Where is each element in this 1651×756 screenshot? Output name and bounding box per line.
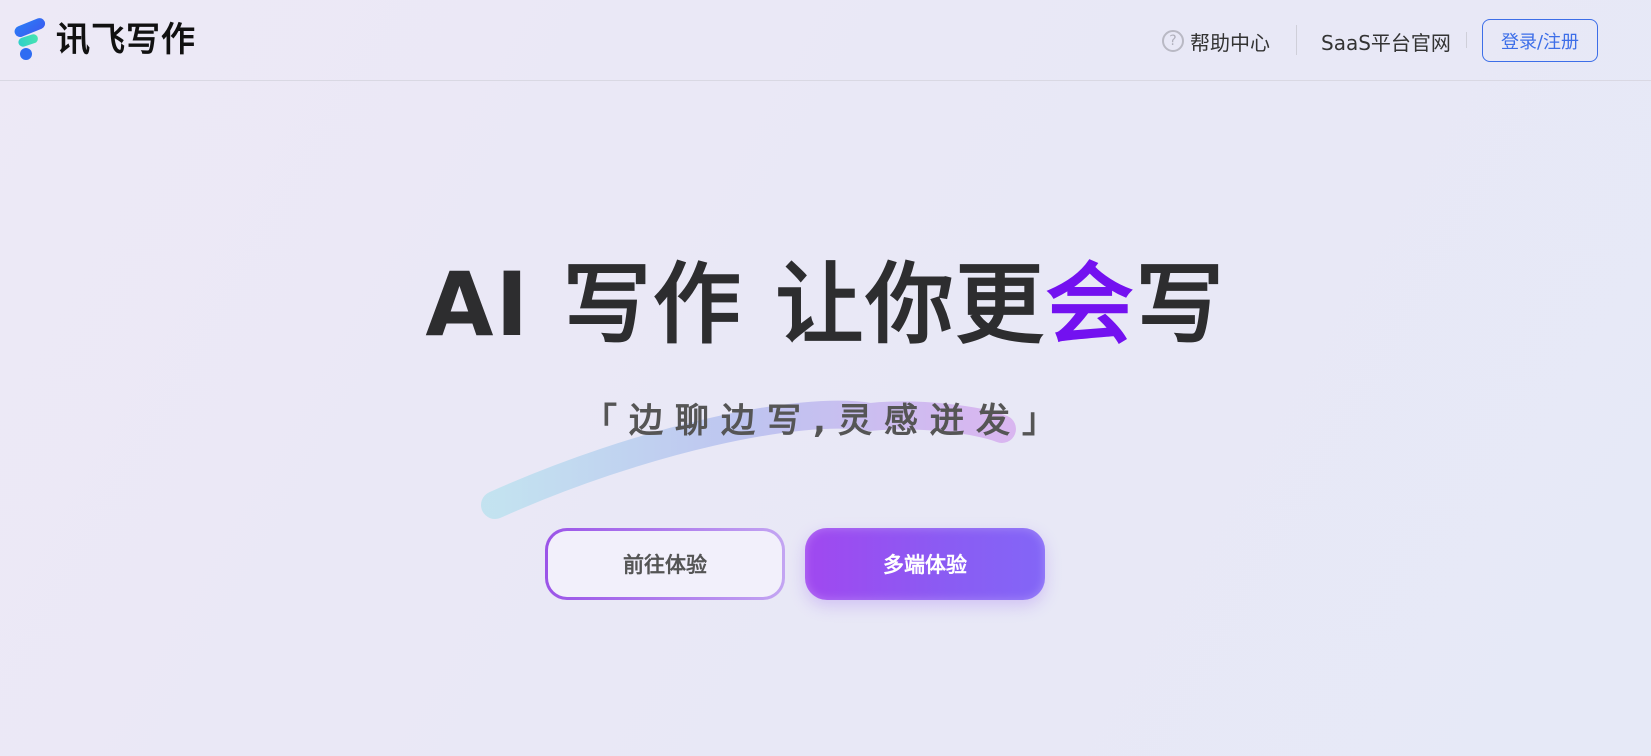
iflytek-logo-icon <box>12 18 48 62</box>
logo-text: 讯飞写作 <box>56 20 196 60</box>
nav-divider <box>1296 25 1297 55</box>
hero-slogan: 「边聊边写,灵感迸发」 <box>583 401 1068 441</box>
question-circle-icon: ? <box>1162 30 1184 52</box>
hero-title: AI 写作 让你更会写 <box>0 255 1651 355</box>
multi-device-button[interactable]: 多端体验 <box>805 528 1045 600</box>
nav-divider <box>1466 32 1467 48</box>
hero-title-accent: 会 <box>1045 253 1136 356</box>
help-center-link[interactable]: ? 帮助中心 <box>1162 28 1270 55</box>
hero-title-main: AI 写作 让你更 <box>425 253 1046 356</box>
help-center-label: 帮助中心 <box>1190 30 1270 55</box>
try-now-button[interactable]: 前往体验 <box>545 528 785 600</box>
login-register-button[interactable]: 登录/注册 <box>1482 19 1598 62</box>
hero-title-end: 写 <box>1135 253 1226 356</box>
logo[interactable]: 讯飞写作 <box>12 18 196 62</box>
saas-platform-link[interactable]: SaaS平台官网 <box>1321 27 1451 56</box>
top-header: 讯飞写作 ? 帮助中心 SaaS平台官网 登录/注册 <box>0 0 1651 81</box>
brush-stroke-icon <box>481 400 1016 519</box>
